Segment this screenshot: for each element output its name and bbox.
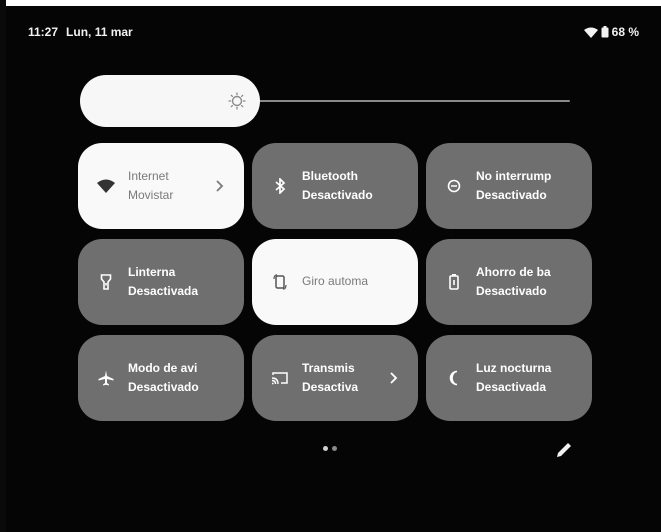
night-light-icon	[444, 368, 464, 388]
wifi-icon	[583, 27, 598, 38]
bluetooth-icon	[270, 176, 290, 196]
tile-text: No interrump Desactivado	[476, 169, 586, 203]
battery-saver-icon	[444, 272, 464, 292]
tile-night-light[interactable]: Luz nocturna Desactivada	[426, 335, 592, 421]
tile-flashlight[interactable]: Linterna Desactivada	[78, 239, 244, 325]
status-right: 68 %	[583, 25, 639, 39]
tile-bluetooth[interactable]: Bluetooth Desactivado	[252, 143, 418, 229]
tile-text: Giro automa	[302, 274, 412, 289]
tile-title: Linterna	[128, 265, 176, 279]
tile-do-not-disturb[interactable]: No interrump Desactivado	[426, 143, 592, 229]
cast-icon	[270, 368, 290, 388]
battery-icon	[601, 26, 609, 38]
brightness-thumb[interactable]	[80, 75, 260, 127]
photo-frame-left	[0, 0, 6, 532]
tile-title: Bluetooth	[302, 169, 358, 183]
tile-subtitle: Desactivado	[476, 284, 547, 298]
tile-auto-rotate[interactable]: Giro automa	[252, 239, 418, 325]
tile-subtitle: Desactivado	[128, 380, 199, 394]
tile-subtitle: Desactivada	[128, 284, 199, 298]
status-date: Lun, 11 mar	[66, 25, 133, 39]
battery-percent: 68 %	[611, 25, 639, 39]
tile-text: Luz nocturna Desactivada	[476, 361, 586, 395]
page-dot[interactable]	[332, 446, 337, 451]
chevron-right-icon	[388, 369, 400, 387]
tile-text: Ahorro de ba Desactivado	[476, 265, 586, 299]
tile-title: Modo de avi	[128, 361, 198, 375]
photo-frame-top	[0, 0, 661, 6]
edit-pencil-icon[interactable]	[554, 440, 574, 460]
tile-title: Transmis	[302, 361, 355, 375]
tile-title: Luz nocturna	[476, 361, 552, 375]
brightness-track[interactable]	[250, 100, 570, 102]
quick-settings-tiles: Internet Movistar Bluetooth Desactivado …	[78, 143, 592, 425]
status-bar: 11:27 Lun, 11 mar 68 %	[28, 22, 639, 42]
tile-subtitle: Desactivado	[302, 188, 373, 202]
tile-internet[interactable]: Internet Movistar	[78, 143, 244, 229]
chevron-right-icon	[214, 177, 226, 195]
rotate-icon	[270, 272, 290, 292]
tile-text: Modo de avi Desactivado	[128, 361, 238, 395]
tile-subtitle: Desactivado	[476, 188, 547, 202]
do-not-disturb-icon	[444, 176, 464, 196]
tile-text: Bluetooth Desactivado	[302, 169, 412, 203]
tile-subtitle: Desactiva	[302, 380, 359, 394]
brightness-icon	[228, 92, 246, 110]
tile-title: Giro automa	[302, 274, 369, 288]
tile-text: Transmis Desactiva	[302, 361, 388, 395]
tile-cast[interactable]: Transmis Desactiva	[252, 335, 418, 421]
tile-battery-saver[interactable]: Ahorro de ba Desactivado	[426, 239, 592, 325]
page-indicator[interactable]	[323, 446, 337, 451]
airplane-icon	[96, 368, 116, 388]
quick-settings-screen: 11:27 Lun, 11 mar 68 % Internet Movistar…	[0, 0, 661, 532]
flashlight-icon	[96, 272, 116, 292]
status-left: 11:27 Lun, 11 mar	[28, 25, 133, 39]
tile-airplane-mode[interactable]: Modo de avi Desactivado	[78, 335, 244, 421]
status-time: 11:27	[28, 25, 59, 39]
brightness-slider[interactable]	[80, 75, 570, 127]
tile-text: Linterna Desactivada	[128, 265, 238, 299]
wifi-icon	[96, 176, 116, 196]
tile-subtitle: Desactivada	[476, 380, 547, 394]
tile-title: No interrump	[476, 169, 552, 183]
tile-title: Ahorro de ba	[476, 265, 551, 279]
page-dot[interactable]	[323, 446, 328, 451]
